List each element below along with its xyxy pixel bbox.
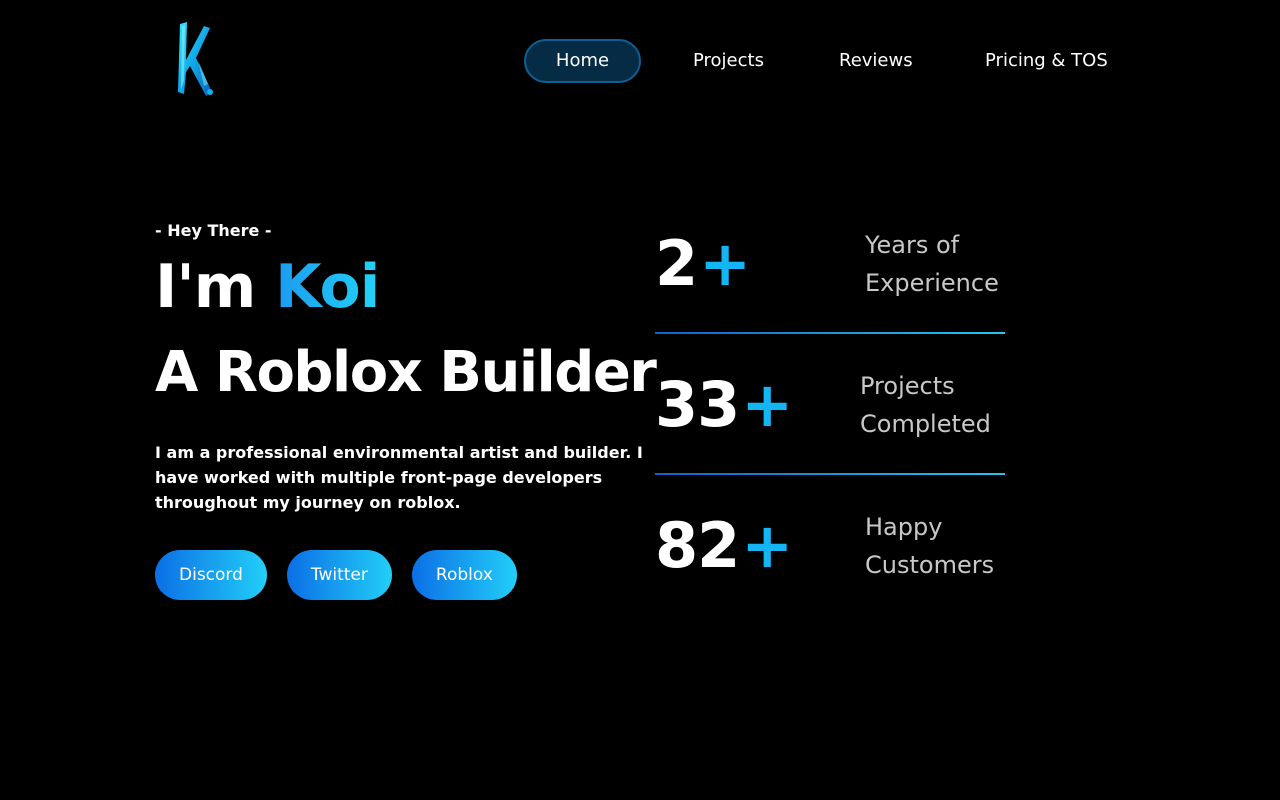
k-logo-icon[interactable]: [168, 20, 220, 98]
discord-button[interactable]: Discord: [155, 550, 267, 600]
stat-years: 2+ Years of Experience: [655, 194, 1005, 335]
page: Home Projects Reviews Pricing & TOS - He…: [0, 0, 1280, 800]
stat-label: Projects Completed: [860, 372, 991, 438]
hero-bio: I am a professional environmental artist…: [155, 443, 643, 512]
stat-label: Happy Customers: [865, 513, 995, 579]
social-buttons: Discord Twitter Roblox: [155, 550, 517, 600]
stat-plus: +: [741, 509, 793, 582]
stat-customers: 82+ Happy Customers: [655, 476, 1005, 617]
nav-item-home[interactable]: Home: [524, 39, 641, 83]
stat-label: Years of Experience: [865, 231, 999, 297]
hero-name: Koi: [275, 252, 380, 322]
stat-value: 2+: [655, 226, 751, 302]
stat-number: 82: [655, 509, 740, 582]
hero-role: A Roblox Builder: [155, 340, 657, 405]
stat-value: 82+: [655, 508, 793, 584]
stat-value: 33+: [655, 367, 793, 443]
stat-plus: +: [741, 368, 793, 441]
main-nav: Home Projects Reviews Pricing & TOS: [524, 39, 1108, 83]
hero-intro: I'm Koi: [155, 251, 380, 323]
stat-number: 33: [655, 368, 740, 441]
nav-item-pricing-tos[interactable]: Pricing & TOS: [985, 39, 1108, 83]
stat-number: 2: [655, 227, 698, 300]
twitter-button[interactable]: Twitter: [286, 550, 392, 600]
roblox-button[interactable]: Roblox: [411, 550, 517, 600]
stats-panel: 2+ Years of Experience 33+ Projects Comp…: [655, 194, 1005, 617]
nav-item-projects[interactable]: Projects: [693, 39, 764, 83]
stat-plus: +: [699, 227, 751, 300]
nav-item-reviews[interactable]: Reviews: [839, 39, 913, 83]
hero-greeting: - Hey There -: [155, 221, 272, 240]
hero-intro-prefix: I'm: [155, 252, 256, 322]
stat-projects: 33+ Projects Completed: [655, 335, 1005, 476]
